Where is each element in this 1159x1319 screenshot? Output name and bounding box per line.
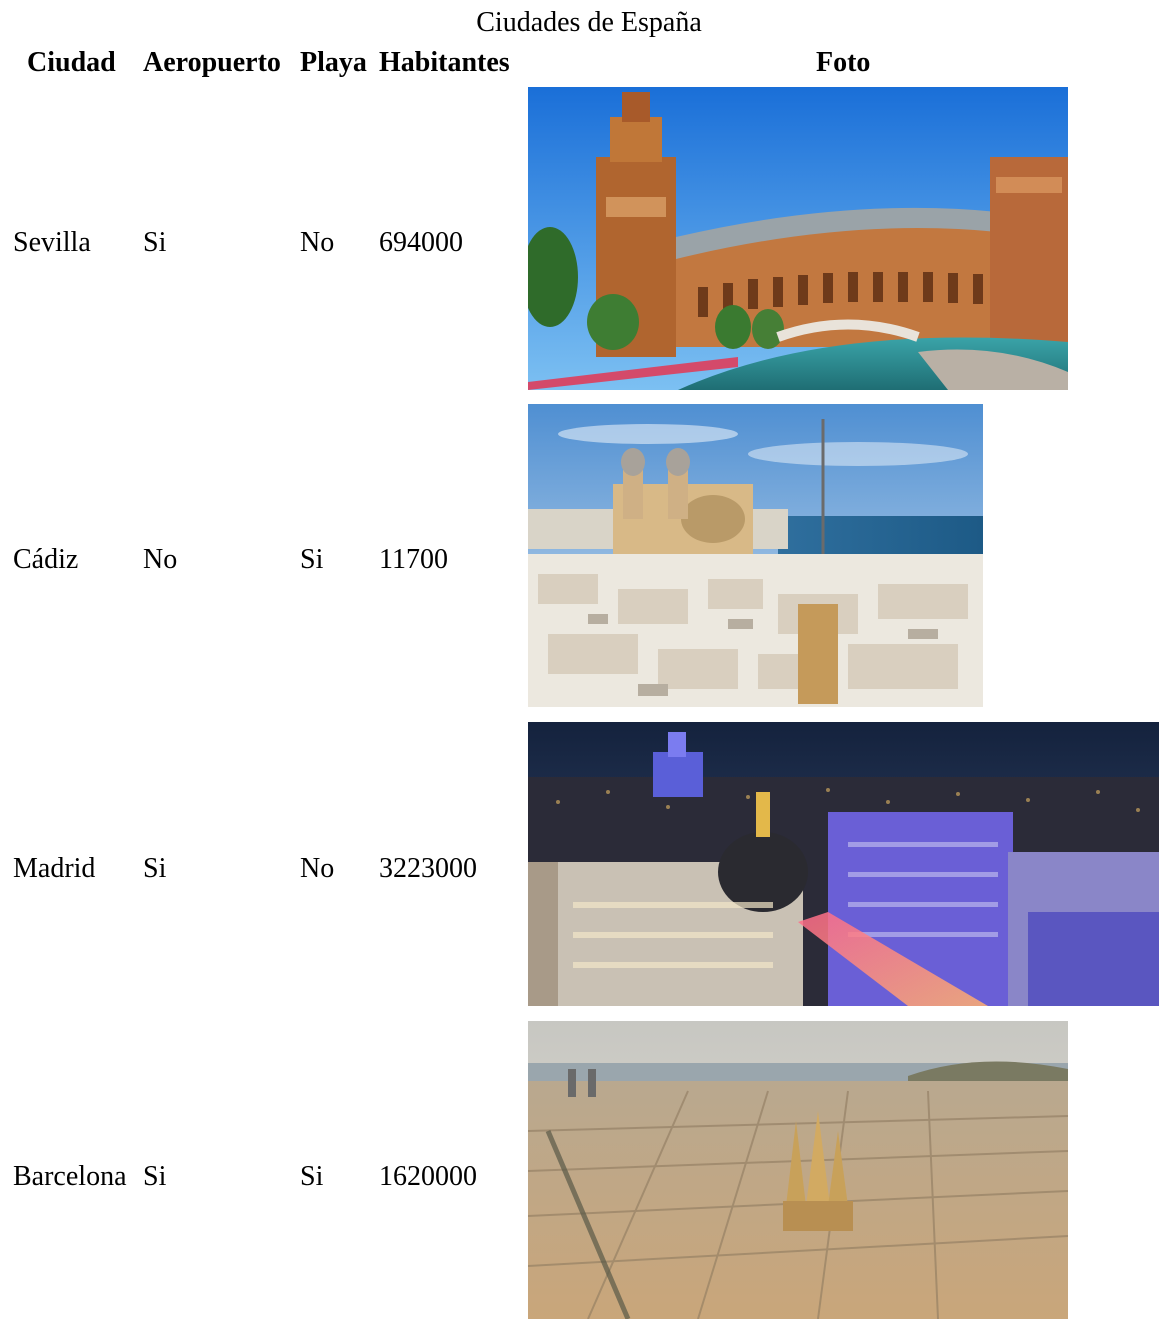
cell-aeropuerto: No [143,544,178,575]
header-playa: Playa [300,47,367,78]
cell-ciudad: Madrid [13,853,96,884]
header-habitantes: Habitantes [379,47,510,78]
city-photo [528,1021,1068,1319]
city-photo [528,87,1068,390]
table-caption: Ciudades de España [476,7,702,38]
cell-aeropuerto: Si [143,1161,167,1192]
cell-habitantes: 694000 [379,227,463,258]
cell-ciudad: Cádiz [13,544,79,575]
cell-habitantes: 11700 [379,544,448,575]
cell-playa: No [300,853,335,884]
cell-aeropuerto: Si [143,227,167,258]
cell-ciudad: Barcelona [13,1161,127,1192]
header-foto: Foto [816,47,871,78]
cell-habitantes: 1620000 [379,1161,477,1192]
cell-ciudad: Sevilla [13,227,91,258]
cell-aeropuerto: Si [143,853,167,884]
city-photo [528,722,1159,1006]
cell-habitantes: 3223000 [379,853,477,884]
cell-playa: Si [300,544,324,575]
header-ciudad: Ciudad [27,47,116,78]
city-photo [528,404,983,707]
cell-playa: Si [300,1161,324,1192]
header-aeropuerto: Aeropuerto [143,47,281,78]
cell-playa: No [300,227,335,258]
